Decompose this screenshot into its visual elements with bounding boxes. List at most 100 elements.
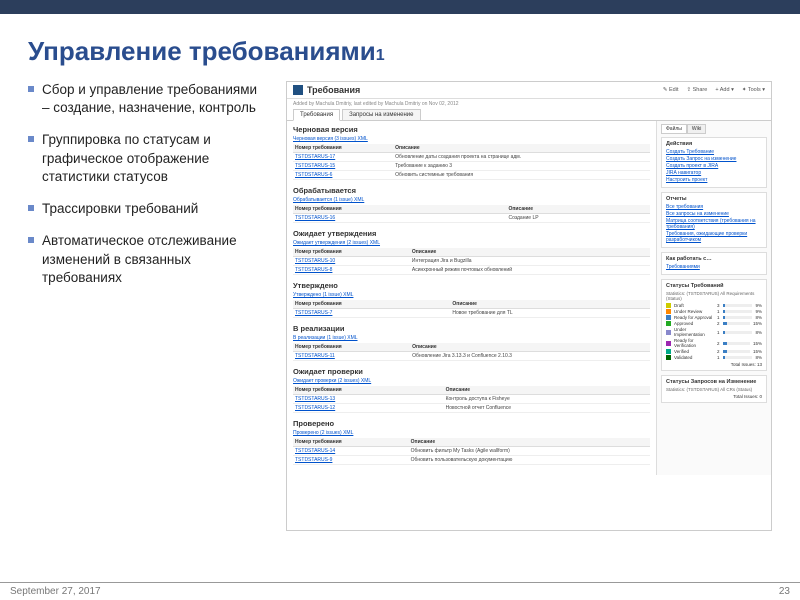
tools-button[interactable]: ✦ Tools ▾: [742, 87, 765, 93]
col-desc: Описание: [409, 438, 650, 447]
col-desc: Описание: [450, 300, 650, 309]
status-section: Черновая версияЧерновая версия (3 issues…: [293, 125, 650, 180]
section-title: В реализации: [293, 324, 650, 333]
panel-head: Отчеты: [666, 196, 762, 202]
section-sub: Утверждено (1 issue) XML: [293, 292, 650, 298]
bullet-item: Автоматическое отслеживание изменений в …: [28, 232, 268, 287]
status-section: ОбрабатываетсяОбрабатывается (1 issue) X…: [293, 186, 650, 223]
section-sub: Ожидает утверждения (2 issues) XML: [293, 240, 650, 246]
share-button[interactable]: ⇪ Share: [686, 87, 707, 93]
issue-desc: Обновление Jira 3.13.3 и Confluence 2.10…: [410, 352, 650, 361]
panel-head: Статусы Требований: [666, 283, 762, 289]
issue-desc: Новое требование для TL: [450, 309, 650, 318]
issue-link[interactable]: TSTDSTARUS-12: [295, 405, 335, 411]
stat-bar: [723, 310, 753, 313]
issue-desc: Интеграция Jira и Bugzilla: [410, 257, 650, 266]
page-title: Требования: [307, 85, 360, 95]
issue-desc: Обновить фильтр My Tasks (Agile wallform…: [409, 447, 650, 456]
howto-link[interactable]: Требованиями: [666, 264, 762, 270]
footer-date: September 27, 2017: [10, 586, 101, 597]
section-link[interactable]: В реализации (1 issue) XML: [293, 335, 358, 341]
footer-page-number: 23: [779, 586, 790, 597]
section-sub: Обрабатывается (1 issue) XML: [293, 197, 650, 203]
action-link[interactable]: Создать Запрос на изменение: [666, 156, 762, 162]
section-link[interactable]: Утверждено (1 issue) XML: [293, 292, 353, 298]
table-row: TSTDSTARUS-6Обновить системные требовани…: [293, 171, 650, 180]
report-link[interactable]: Матрица соответствия (требования на треб…: [666, 218, 762, 230]
table-row: TSTDSTARUS-10 Интеграция Jira и Bugzilla: [293, 257, 650, 266]
section-link[interactable]: Проверено (2 issues) XML: [293, 430, 353, 436]
col-id: Номер требования: [293, 144, 393, 153]
table-row: TSTDSTARUS-12 Новостной отчет Confluence: [293, 404, 650, 413]
status-color-icon: [666, 330, 671, 335]
stat-bar: [723, 342, 750, 345]
col-id: Номер требования: [293, 386, 444, 395]
issue-link[interactable]: TSTDSTARUS-11: [295, 353, 335, 359]
issue-link[interactable]: TSTDSTARUS-15: [295, 163, 335, 169]
stat-name: Ready for Approval: [674, 315, 714, 320]
col-id: Номер требования: [293, 248, 410, 257]
report-link[interactable]: Все требования: [666, 204, 762, 210]
status-cr-panel: Статусы Запросов на Изменение Statistics…: [661, 375, 767, 403]
report-link[interactable]: Все запросы на изменение: [666, 211, 762, 217]
stat-row: Ready for Verification215%: [666, 338, 762, 348]
side-tab-files[interactable]: Файлы: [661, 124, 687, 134]
stat-count: 3: [717, 303, 720, 308]
status-section: В реализации В реализации (1 issue) XML Но…: [293, 324, 650, 361]
app-screenshot: Требования ✎ Edit ⇪ Share + Add ▾ ✦ Tool…: [286, 81, 772, 531]
status-color-icon: [666, 309, 671, 314]
issue-link[interactable]: TSTDSTARUS-13: [295, 396, 335, 402]
col-desc: Описание: [507, 205, 651, 214]
stat-count: 2: [717, 321, 720, 326]
section-link[interactable]: Обрабатывается (1 issue) XML: [293, 197, 364, 203]
stat-count: 1: [717, 355, 720, 360]
tab-change-requests[interactable]: Запросы на изменение: [342, 109, 420, 120]
stat-row: Verified215%: [666, 349, 762, 354]
tab-requirements[interactable]: Требования: [293, 109, 340, 121]
stat-name: Verified: [674, 349, 714, 354]
issues-table: Номер требованияОписаниеTSTDSTARUS-11Обн…: [293, 343, 650, 361]
issue-link[interactable]: TSTDSTARUS-16: [295, 215, 335, 221]
section-link[interactable]: Ожидает проверки (2 issues) XML: [293, 378, 371, 384]
section-link[interactable]: Черновая версия (3 issues) XML: [293, 136, 368, 142]
issue-link[interactable]: TSTDSTARUS-7: [295, 310, 332, 316]
issue-desc: Асинхронный режим почтовых обновлений: [410, 266, 650, 275]
col-id: Номер требования: [293, 438, 409, 447]
bullet-item: Группировка по статусам и графическое от…: [28, 131, 268, 186]
edit-button[interactable]: ✎ Edit: [663, 87, 679, 93]
stat-row: Draft39%: [666, 303, 762, 308]
stat-count: 2: [717, 341, 720, 346]
action-link[interactable]: Настроить проект: [666, 177, 762, 183]
section-link[interactable]: Ожидает утверждения (2 issues) XML: [293, 240, 380, 246]
action-link[interactable]: Создать проект в JIRA: [666, 163, 762, 169]
action-link[interactable]: Создать Требование: [666, 149, 762, 155]
table-row: TSTDSTARUS-13Контроль доступа к Fisheye: [293, 395, 650, 404]
issue-link[interactable]: TSTDSTARUS-14: [295, 448, 335, 454]
issue-desc: Новостной отчет Confluence: [444, 404, 650, 413]
table-row: TSTDSTARUS-11 Обновление Jira 3.13.3 и Co…: [293, 352, 650, 361]
section-title: Проверено: [293, 419, 650, 428]
col-desc: Описание: [444, 386, 650, 395]
stat-count: 1: [717, 315, 720, 320]
stat-count: 1: [717, 330, 720, 335]
action-link[interactable]: JIRA навигатор: [666, 170, 762, 176]
issues-table: Номер требованияОписание TSTDSTARUS-14 Обн…: [293, 438, 650, 465]
stat-name: Under Implementation: [674, 327, 714, 337]
stat-row: Under Implementation18%: [666, 327, 762, 337]
section-sub: Ожидает проверки (2 issues) XML: [293, 378, 650, 384]
section-title: Утверждено: [293, 281, 650, 290]
reports-panel: Отчеты Все требованияВсе запросы на изме…: [661, 192, 767, 248]
issue-link[interactable]: TSTDSTARUS-17: [295, 154, 335, 160]
report-link[interactable]: Требования, ожидающие проверки разработч…: [666, 231, 762, 243]
issue-link[interactable]: TSTDSTARUS-6: [295, 172, 332, 178]
issue-link[interactable]: TSTDSTARUS-9: [295, 457, 332, 463]
issue-link[interactable]: TSTDSTARUS-8: [295, 267, 332, 273]
table-row: TSTDSTARUS-9 Обновить пользовательскую до…: [293, 456, 650, 465]
issue-desc: Обновить пользовательскую документацию: [409, 456, 650, 465]
section-title: Ожидает утверждения: [293, 229, 650, 238]
status-color-icon: [666, 341, 671, 346]
status-color-icon: [666, 315, 671, 320]
side-tab-wiki[interactable]: Wiki: [687, 124, 706, 134]
issue-link[interactable]: TSTDSTARUS-10: [295, 258, 335, 264]
add-button[interactable]: + Add ▾: [715, 87, 734, 93]
